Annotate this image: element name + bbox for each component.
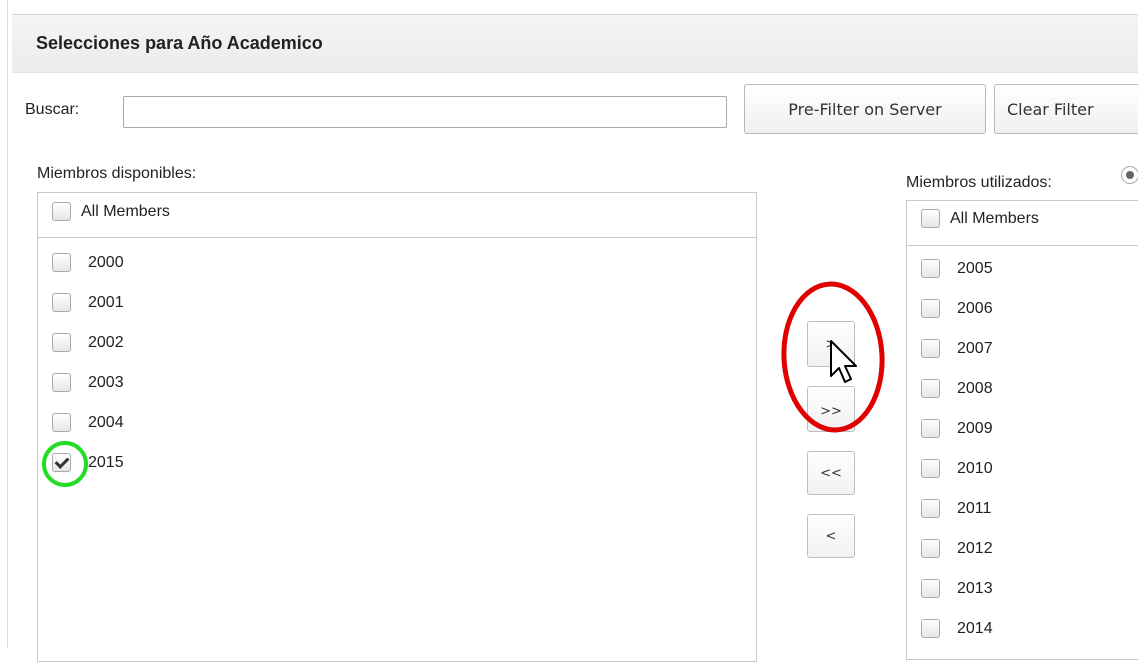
member-label: 2003 (88, 373, 124, 391)
member-checkbox[interactable] (52, 293, 71, 312)
member-checkbox[interactable] (52, 413, 71, 432)
available-all-members-row[interactable]: All Members (52, 202, 170, 221)
member-checkbox[interactable] (921, 579, 940, 598)
member-label: 2000 (88, 253, 124, 271)
member-label: 2009 (957, 419, 993, 437)
used-member-row[interactable]: 2011 (921, 499, 991, 518)
available-member-row[interactable]: 2015 (52, 453, 124, 472)
member-label: 2004 (88, 413, 124, 431)
member-checkbox[interactable] (52, 373, 71, 392)
used-list-header: All Members (907, 201, 1138, 246)
member-label: 2002 (88, 333, 124, 351)
move-all-right-button[interactable]: >> (807, 386, 855, 432)
member-checkbox[interactable] (921, 619, 940, 638)
used-member-row[interactable]: 2010 (921, 459, 993, 478)
used-member-row[interactable]: 2008 (921, 379, 993, 398)
member-checkbox[interactable] (52, 333, 71, 352)
used-members-list: All Members 2005 2006 2007 2008 2009 2010 2011… (906, 200, 1138, 660)
search-input[interactable] (123, 96, 727, 128)
available-member-row[interactable]: 2001 (52, 293, 124, 312)
search-label: Buscar: (25, 101, 80, 118)
member-label: 2013 (957, 579, 993, 597)
panel-title: Selecciones para Año Academico (36, 33, 323, 53)
available-member-row[interactable]: 2002 (52, 333, 124, 352)
move-selected-left-button[interactable]: < (807, 514, 855, 558)
available-member-row[interactable]: 2000 (52, 253, 124, 272)
member-checkbox[interactable] (52, 253, 71, 272)
member-label: 2015 (88, 453, 124, 471)
used-member-row[interactable]: 2005 (921, 259, 993, 278)
all-members-checkbox[interactable] (921, 209, 940, 228)
available-members-label: Miembros disponibles: (37, 165, 197, 182)
used-all-members-row[interactable]: All Members (921, 209, 1039, 228)
available-member-row[interactable]: 2004 (52, 413, 124, 432)
clear-filter-button[interactable]: Clear Filter (994, 84, 1138, 134)
member-label: 2001 (88, 293, 124, 311)
member-label: 2007 (957, 339, 993, 357)
used-member-row[interactable]: 2013 (921, 579, 993, 598)
available-member-row[interactable]: 2003 (52, 373, 124, 392)
member-checkbox[interactable] (921, 259, 940, 278)
member-checkbox[interactable] (921, 379, 940, 398)
member-label: 2005 (957, 259, 993, 277)
used-member-row[interactable]: 2009 (921, 419, 993, 438)
move-selected-right-button[interactable]: > (807, 321, 855, 367)
panel-header: Selecciones para Año Academico (12, 15, 1138, 73)
member-label: 2014 (957, 619, 993, 637)
used-member-row[interactable]: 2007 (921, 339, 993, 358)
member-label: 2011 (957, 499, 992, 517)
pre-filter-button[interactable]: Pre-Filter on Server (744, 84, 986, 134)
all-members-checkbox[interactable] (52, 202, 71, 221)
member-checkbox[interactable] (921, 419, 940, 438)
member-checkbox[interactable] (921, 299, 940, 318)
member-checkbox[interactable] (921, 459, 940, 478)
used-member-row[interactable]: 2014 (921, 619, 993, 638)
used-member-row[interactable]: 2006 (921, 299, 993, 318)
member-label: 2010 (957, 459, 993, 477)
member-checkbox[interactable] (921, 339, 940, 358)
all-members-label: All Members (81, 202, 170, 220)
move-all-left-button[interactable]: << (807, 451, 855, 495)
available-list-header: All Members (38, 193, 756, 238)
member-checkbox[interactable] (921, 499, 940, 518)
member-checkbox[interactable] (921, 539, 940, 558)
member-label: 2006 (957, 299, 993, 317)
all-members-label: All Members (950, 209, 1039, 227)
member-checkbox[interactable] (52, 453, 71, 472)
used-members-option-radio[interactable] (1121, 166, 1138, 184)
available-members-list: All Members 2000 2001 2002 2003 2004 2015 (37, 192, 757, 662)
member-label: 2012 (957, 539, 993, 557)
member-label: 2008 (957, 379, 993, 397)
used-members-label: Miembros utilizados: (906, 174, 1052, 191)
left-border (7, 0, 8, 648)
used-member-row[interactable]: 2012 (921, 539, 993, 558)
